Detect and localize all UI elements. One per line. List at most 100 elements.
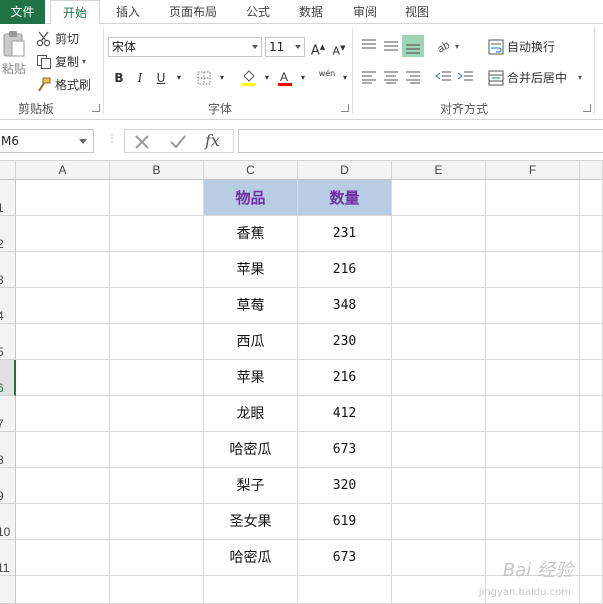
item-cell[interactable]: 苹果	[204, 360, 298, 396]
format-painter-button[interactable]: 格式刷	[36, 76, 91, 93]
phonetic-guide-button[interactable]: wén	[318, 69, 336, 87]
cell[interactable]	[580, 252, 603, 288]
clipboard-launcher-icon[interactable]	[92, 104, 100, 112]
row-header[interactable]: 4	[0, 288, 16, 324]
cell[interactable]	[580, 504, 603, 540]
formula-input[interactable]	[238, 129, 603, 153]
cell[interactable]	[392, 468, 486, 504]
cell[interactable]	[392, 180, 486, 216]
tab-view[interactable]: 视图	[397, 0, 437, 24]
cell[interactable]	[486, 432, 580, 468]
cell[interactable]	[204, 576, 298, 604]
bold-button[interactable]: B	[110, 69, 128, 87]
tab-formulas[interactable]: 公式	[238, 0, 278, 24]
enter-check-icon[interactable]	[169, 133, 187, 151]
cell[interactable]	[392, 360, 486, 396]
column-header-b[interactable]: B	[110, 161, 204, 180]
font-size-combo[interactable]: 11	[265, 37, 305, 57]
cell[interactable]	[486, 504, 580, 540]
column-header-f[interactable]: F	[486, 161, 580, 180]
row-header[interactable]: 1	[0, 180, 16, 216]
row-header[interactable]: 2	[0, 216, 16, 252]
cell[interactable]	[298, 576, 392, 604]
align-top-icon[interactable]	[360, 38, 378, 52]
row-header[interactable]	[0, 576, 16, 604]
item-cell[interactable]: 龙眼	[204, 396, 298, 432]
underline-dropdown-icon[interactable]: ▾	[170, 69, 188, 87]
row-header-selected[interactable]: 6	[0, 360, 16, 396]
cell[interactable]	[16, 360, 110, 396]
cell[interactable]	[110, 360, 204, 396]
align-right-icon[interactable]	[404, 70, 422, 84]
tab-home[interactable]: 开始	[50, 0, 100, 25]
tab-file[interactable]: 文件	[0, 0, 45, 24]
cell[interactable]	[580, 468, 603, 504]
orientation-icon[interactable]: ab ▾	[436, 37, 464, 53]
font-color-button[interactable]: A	[276, 69, 294, 87]
select-all-corner[interactable]	[0, 161, 16, 180]
quantity-cell[interactable]: 230	[298, 324, 392, 360]
worksheet-grid[interactable]: A B C D E F 1 2 3 4 5 6 7 8 9 10 11 物品数量…	[0, 161, 603, 604]
cell[interactable]	[486, 288, 580, 324]
borders-dropdown-icon[interactable]: ▾	[213, 69, 231, 87]
wrap-text-button[interactable]: 自动换行	[488, 38, 555, 55]
borders-button[interactable]	[195, 69, 213, 87]
row-header[interactable]: 11	[0, 540, 16, 576]
cell[interactable]	[110, 180, 204, 216]
cell[interactable]	[392, 576, 486, 604]
cell[interactable]	[16, 396, 110, 432]
item-cell[interactable]: 梨子	[204, 468, 298, 504]
cell[interactable]	[580, 324, 603, 360]
cell[interactable]	[486, 216, 580, 252]
item-cell[interactable]: 香蕉	[204, 216, 298, 252]
align-middle-icon[interactable]	[382, 38, 400, 52]
increase-indent-icon[interactable]	[456, 70, 474, 84]
item-cell[interactable]: 西瓜	[204, 324, 298, 360]
cell[interactable]	[392, 504, 486, 540]
cell[interactable]	[16, 576, 110, 604]
fill-color-button[interactable]	[240, 69, 258, 87]
decrease-indent-icon[interactable]	[434, 70, 452, 84]
cell[interactable]	[110, 252, 204, 288]
merge-center-button[interactable]: 合并后居中 ▾	[488, 69, 582, 86]
font-color-dropdown-icon[interactable]: ▾	[294, 69, 312, 87]
column-header-g[interactable]	[580, 161, 603, 180]
copy-dropdown-icon[interactable]: ▾	[82, 57, 86, 66]
column-header-c[interactable]: C	[204, 161, 298, 180]
quantity-cell[interactable]: 216	[298, 252, 392, 288]
cell[interactable]	[392, 324, 486, 360]
underline-button[interactable]: U	[152, 69, 170, 87]
item-cell[interactable]: 苹果	[204, 252, 298, 288]
tab-insert[interactable]: 插入	[108, 0, 148, 24]
row-header[interactable]: 9	[0, 468, 16, 504]
alignment-launcher-icon[interactable]	[583, 104, 591, 112]
cell[interactable]	[580, 180, 603, 216]
tab-review[interactable]: 审阅	[345, 0, 385, 24]
cell[interactable]	[580, 216, 603, 252]
cell[interactable]	[486, 396, 580, 432]
cell[interactable]	[16, 504, 110, 540]
italic-button[interactable]: I	[131, 69, 149, 87]
merge-center-dropdown-icon[interactable]: ▾	[578, 73, 582, 82]
cell[interactable]	[16, 288, 110, 324]
quantity-cell[interactable]: 320	[298, 468, 392, 504]
cell[interactable]	[580, 540, 603, 576]
cell[interactable]	[16, 216, 110, 252]
row-header[interactable]: 5	[0, 324, 16, 360]
cell[interactable]	[580, 432, 603, 468]
paste-button[interactable]: 粘贴	[0, 30, 28, 77]
quantity-cell[interactable]: 412	[298, 396, 392, 432]
header-cell-quantity[interactable]: 数量	[298, 180, 392, 216]
cell[interactable]	[392, 396, 486, 432]
font-launcher-icon[interactable]	[341, 104, 349, 112]
decrease-font-size-icon[interactable]: A▼	[330, 39, 348, 58]
item-cell[interactable]: 圣女果	[204, 504, 298, 540]
item-cell[interactable]: 草莓	[204, 288, 298, 324]
cell[interactable]	[110, 504, 204, 540]
cell[interactable]	[392, 216, 486, 252]
item-cell[interactable]: 哈密瓜	[204, 540, 298, 576]
row-header[interactable]: 8	[0, 432, 16, 468]
column-header-d[interactable]: D	[298, 161, 392, 180]
cell[interactable]	[580, 396, 603, 432]
cell[interactable]	[392, 252, 486, 288]
